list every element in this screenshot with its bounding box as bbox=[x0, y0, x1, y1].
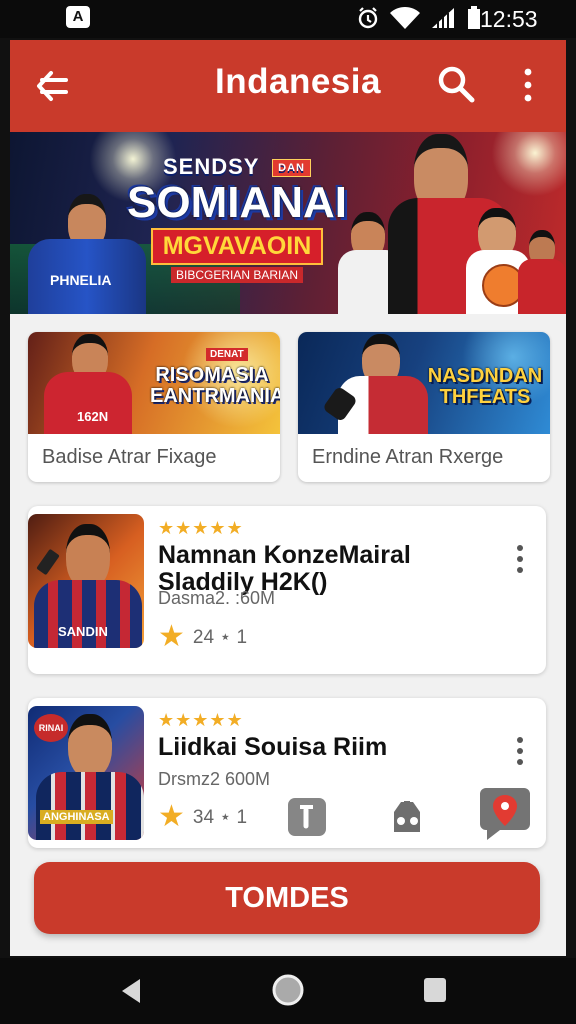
rating-value: 24 ⋆ 1 bbox=[192, 626, 248, 648]
status-time: 12:53 bbox=[480, 6, 538, 32]
player-jersey bbox=[36, 772, 144, 840]
signal-icon bbox=[432, 8, 454, 28]
back-arrow-icon[interactable] bbox=[32, 66, 74, 106]
game-size-secondary: Drsmz2 600M bbox=[158, 769, 271, 789]
promo-image-right: NASDNDAN THFEATS bbox=[298, 332, 550, 434]
game-card-secondary[interactable]: RINAI ANGHINASA ★★★★★ Liidkai Souisa Rii… bbox=[28, 698, 546, 848]
game-thumbnail-text: SANDIN bbox=[58, 624, 108, 639]
alarm-icon bbox=[358, 7, 378, 29]
circle-home-icon[interactable] bbox=[270, 972, 306, 1008]
player-jersey bbox=[518, 259, 566, 314]
pistol-icon bbox=[36, 548, 60, 576]
promo-badge: DENAT bbox=[206, 348, 248, 361]
banner-jersey-text: PHNELIA bbox=[50, 272, 112, 288]
banner-logo: SENDSY DAN SOMIANAI MGVAVAOIN BIBCGERIAN… bbox=[122, 154, 352, 284]
app-bar: Indanesia bbox=[10, 40, 566, 132]
banner-main-title: SOMIANAI bbox=[127, 178, 347, 227]
game-thumbnail-primary: SANDIN bbox=[28, 514, 144, 648]
banner-subtitle: MGVAVAOIN bbox=[150, 228, 324, 265]
game-rating-stars: ★★★★★ bbox=[158, 518, 244, 538]
banner-top-label: SENDSY bbox=[162, 154, 260, 179]
game-thumbnail-text: ANGHINASA bbox=[40, 810, 113, 824]
game-rating-stars: ★★★★★ bbox=[158, 710, 244, 730]
promo-card-right[interactable]: NASDNDAN THFEATS Erndine Atran Rxerge bbox=[298, 332, 550, 482]
square-recent-icon[interactable] bbox=[422, 976, 448, 1004]
promo-label-left: Badise Atrar Fixage bbox=[42, 446, 217, 468]
player-head bbox=[68, 714, 112, 778]
thumbnail-badge: RINAI bbox=[34, 714, 68, 742]
search-icon[interactable] bbox=[434, 62, 478, 106]
game-rating-primary: ★ 24 ⋆ 1 bbox=[158, 622, 247, 652]
map-pin-icon[interactable] bbox=[478, 786, 532, 842]
promo-player bbox=[322, 334, 428, 434]
banner-badge: DAN bbox=[272, 159, 312, 178]
featured-banner[interactable]: PHNELIA SENDSY DAN SOMIANAI MGVAVAOIN BI… bbox=[10, 132, 566, 314]
promo-player: 162N bbox=[44, 334, 132, 434]
app-title: Indanesia bbox=[215, 62, 381, 101]
rating-star-icon: ★ bbox=[158, 620, 185, 653]
status-icons bbox=[356, 6, 483, 29]
rating-value: 34 ⋆ 1 bbox=[192, 806, 248, 828]
status-app-icon: A bbox=[66, 6, 90, 28]
document-icon[interactable] bbox=[286, 796, 328, 838]
promo-title-right: NASDNDAN THFEATS bbox=[427, 365, 543, 408]
player-jersey bbox=[44, 372, 132, 434]
game-size-primary: Dasma2. :60M bbox=[158, 588, 276, 608]
wifi-icon bbox=[390, 7, 420, 29]
triangle-back-icon[interactable] bbox=[116, 976, 146, 1006]
status-bar: A 12:53 bbox=[0, 0, 576, 38]
promo-image-left: 162N DENAT RISOMASIA EANTRMANIA bbox=[28, 332, 280, 434]
app-screen: Indanesia PHNELIA SENDSY DAN SOMIANAI MG… bbox=[10, 40, 566, 956]
game-thumbnail-secondary: RINAI ANGHINASA bbox=[28, 706, 144, 840]
banner-top-text: SENDSY DAN bbox=[122, 154, 352, 180]
system-navigation-bar bbox=[0, 958, 576, 1024]
promo-jersey-text: 162N bbox=[77, 409, 109, 424]
promo-title-left: RISOMASIA EANTRMANIA bbox=[150, 364, 280, 407]
game-title-secondary: Liidkai Souisa Riim bbox=[158, 733, 388, 761]
gamepad-icon[interactable] bbox=[386, 796, 428, 838]
more-vertical-icon[interactable] bbox=[512, 544, 528, 574]
rating-star-icon: ★ bbox=[158, 800, 185, 833]
game-card-primary[interactable]: SANDIN ★★★★★ Namnan KonzeMairal Sladdily… bbox=[28, 506, 546, 674]
bottom-action-button[interactable]: TOMDES bbox=[34, 862, 540, 934]
banner-player-right bbox=[518, 230, 566, 314]
game-rating-secondary: ★ 34 ⋆ 1 bbox=[158, 802, 247, 832]
promo-label-right: Erndine Atran Rxerge bbox=[312, 446, 504, 468]
more-vertical-icon[interactable] bbox=[516, 64, 540, 108]
more-vertical-icon[interactable] bbox=[512, 736, 528, 766]
promo-card-left[interactable]: 162N DENAT RISOMASIA EANTRMANIA Badise A… bbox=[28, 332, 280, 482]
banner-caption: BIBCGERIAN BARIAN bbox=[170, 267, 304, 283]
